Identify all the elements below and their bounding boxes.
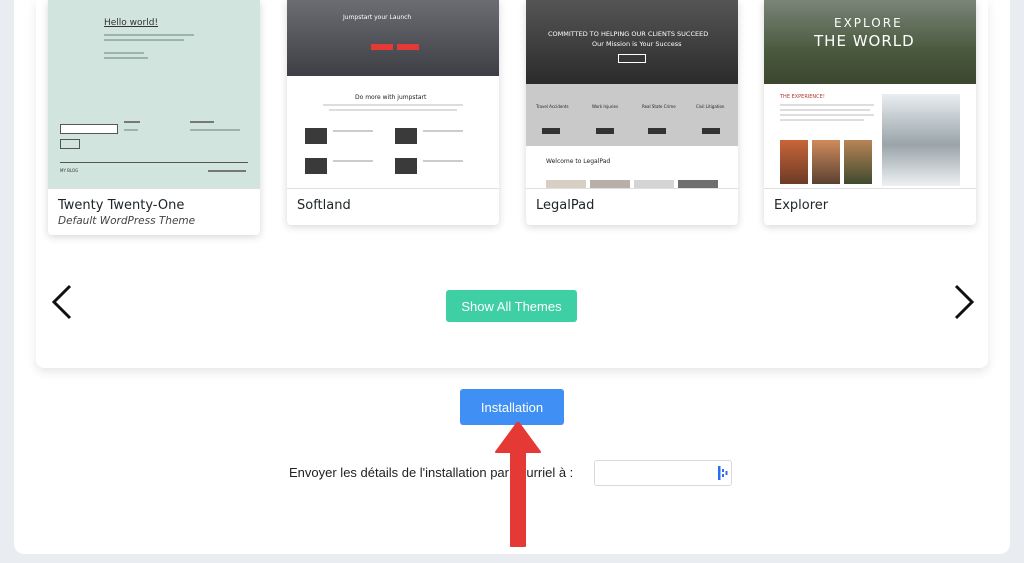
password-manager-icon[interactable] bbox=[718, 466, 728, 480]
theme-card-softland[interactable]: Jumpstart your Launch Do more with jumps… bbox=[287, 0, 499, 225]
show-all-themes-button[interactable]: Show All Themes bbox=[446, 290, 577, 322]
theme-name: Twenty Twenty-One bbox=[58, 198, 185, 213]
theme-preview-explorer: EXPLORE THE WORLD THE EXPERIENCE! bbox=[764, 0, 976, 189]
preview-footer-left: MY BLOG bbox=[60, 168, 79, 173]
preview-section: THE EXPERIENCE! bbox=[780, 94, 825, 100]
chevron-left-icon[interactable] bbox=[48, 282, 78, 322]
preview-hero: Jumpstart your Launch bbox=[343, 14, 412, 21]
theme-preview-twenty-twenty-one: Hello world! MY BLOG bbox=[48, 0, 260, 189]
annotation-arrow bbox=[495, 422, 541, 547]
preview-service: Travel Accidents bbox=[536, 104, 569, 109]
preview-hero-line2: THE WORLD bbox=[814, 32, 915, 50]
preview-hero-line1: EXPLORE bbox=[834, 16, 903, 30]
preview-service: Real State Crime bbox=[642, 104, 676, 109]
theme-name: Explorer bbox=[774, 198, 829, 213]
preview-service: Civil Litigation bbox=[696, 104, 725, 109]
theme-subtitle: Default WordPress Theme bbox=[58, 215, 196, 227]
preview-section: Do more with jumpstart bbox=[355, 94, 427, 101]
chevron-right-icon[interactable] bbox=[948, 282, 978, 322]
installation-button[interactable]: Installation bbox=[460, 389, 564, 425]
theme-name: LegalPad bbox=[536, 198, 595, 213]
preview-heading: Hello world! bbox=[104, 18, 159, 28]
theme-preview-legalpad: COMMITTED TO HELPING OUR CLIENTS SUCCEED… bbox=[526, 0, 738, 189]
preview-service: Work Injuries bbox=[592, 104, 619, 109]
theme-card-explorer[interactable]: EXPLORE THE WORLD THE EXPERIENCE! Explor… bbox=[764, 0, 976, 225]
theme-card-twenty-twenty-one[interactable]: Hello world! MY BLOG Twenty Twenty-One D… bbox=[48, 0, 260, 235]
preview-welcome: Welcome to LegalPad bbox=[546, 158, 611, 165]
preview-hero-line2: Our Mission is Your Success bbox=[592, 40, 682, 48]
theme-card-legalpad[interactable]: COMMITTED TO HELPING OUR CLIENTS SUCCEED… bbox=[526, 0, 738, 225]
theme-carousel-panel: Hello world! MY BLOG Twenty Twenty-One D… bbox=[36, 0, 988, 368]
theme-preview-softland: Jumpstart your Launch Do more with jumps… bbox=[287, 0, 499, 189]
preview-hero-line1: COMMITTED TO HELPING OUR CLIENTS SUCCEED bbox=[548, 30, 709, 38]
theme-name: Softland bbox=[297, 198, 351, 213]
email-input[interactable] bbox=[594, 460, 732, 486]
